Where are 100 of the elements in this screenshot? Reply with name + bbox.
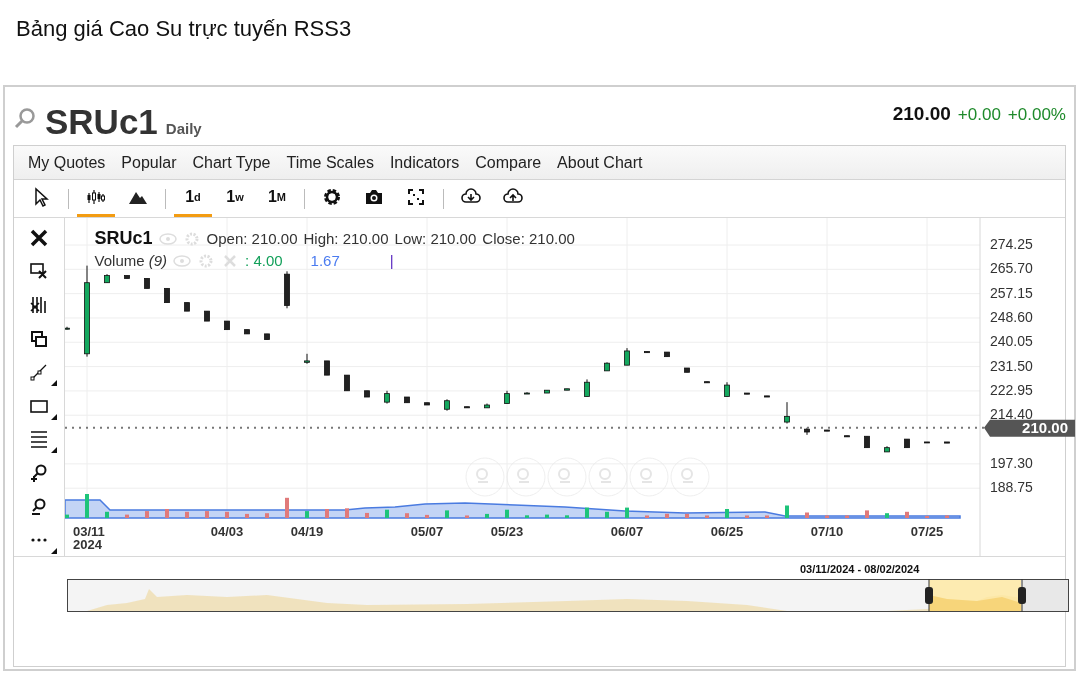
axis-label: 04/03 [210,524,243,539]
candle [683,367,690,373]
candle [863,435,870,449]
volume-bar [864,510,869,518]
volume-bar [944,515,949,518]
volume-bar [504,509,509,518]
candle [643,351,650,354]
candle [923,441,930,444]
volume-bar [424,514,429,518]
volume-bar [104,511,109,518]
submenu-icon [50,379,57,386]
volume-average: 1.67 [310,252,340,269]
candle [423,402,430,406]
volume-bar [344,508,349,518]
candle [463,406,470,409]
volume-bar [404,513,409,518]
close-icon [28,227,49,248]
volume-bar [804,512,809,518]
axis-label: 231.50 [989,357,1033,374]
submenu-icon [50,413,57,420]
axis-label: 06/25 [710,524,743,539]
candle [483,403,490,409]
volume-bar [924,515,929,518]
menu-item[interactable]: Popular [115,153,183,172]
fullscreen-icon [406,187,426,207]
volume-bar [184,511,189,518]
candle [383,390,390,405]
menu-item[interactable]: Chart Type [186,153,277,172]
volume-bar [164,509,169,518]
range-label: 03/11/2024 - 08/02/2024 [800,563,920,575]
candle [323,360,330,376]
volume-bar [484,513,489,518]
volume-bar [144,511,149,518]
candle [883,445,890,453]
candle [943,441,950,444]
axis-label: 07/10 [810,524,843,539]
menu-item[interactable]: My Quotes [22,153,112,172]
volume-bar [284,497,289,518]
menu-item[interactable]: About Chart [551,153,649,172]
menu-item[interactable]: Time Scales [280,153,380,172]
settings-icon [322,187,342,207]
volume-bar [544,514,549,518]
volume-bar [304,511,309,518]
menu-item[interactable]: Indicators [383,153,466,172]
candle [823,429,830,432]
axis-label: 265.70 [989,260,1033,277]
search-icon[interactable] [13,107,37,131]
high-value: High: 210.00 [303,230,389,247]
menu-item[interactable]: Compare [469,153,548,172]
candle [403,396,410,404]
axis-label: 03/11 [72,524,105,539]
open-value: Open: 210.00 [206,230,298,247]
page-title: Bảng giá Cao Su trực tuyến RSS3 [16,16,352,42]
candle [243,329,250,335]
candle [903,438,910,449]
candle [783,401,790,424]
volume-bar [584,507,589,518]
volume-bar [884,513,889,518]
interval-label: Daily [165,120,202,139]
axis-label: 2024 [72,537,102,552]
axis-label: 06/07 [610,524,643,539]
axis-label: 05/07 [410,524,443,539]
candle [203,310,210,322]
candlestick-icon [86,187,106,207]
volume-bar [704,515,709,518]
last-price: 210.00 [892,103,951,125]
candle [623,347,630,366]
volume-bar [364,512,369,518]
line-tool-icon [28,362,49,383]
more-icon [30,538,47,543]
candle [143,277,150,289]
candle [64,326,70,331]
close-value: Close: 210.00 [482,230,575,247]
volume-value: : 4.00 [245,252,283,269]
navigator-drawing[interactable] [67,579,1069,613]
volume-bar [244,513,249,518]
axis-label: 04/19 [290,524,323,539]
volume-bar [524,515,529,518]
volume-bar [264,513,269,518]
volume-bar [204,511,209,518]
candle [663,351,670,358]
candle [303,353,310,365]
volume-bar [844,515,849,518]
volume-bar [604,511,609,518]
candle [283,270,290,309]
candle [363,390,370,398]
candle [183,302,190,312]
volume-bar [224,511,229,518]
volume-bar [784,505,789,518]
percent-change: +0.00% [1007,105,1066,125]
volume-bar [724,509,729,518]
candle [763,395,770,398]
axis-label: 188.75 [989,479,1033,496]
axis-label: 07/25 [910,524,943,539]
volume-bar [824,515,829,518]
volume-bar [464,515,469,518]
axis-label: 222.95 [989,381,1033,398]
volume-marker: | [389,252,394,269]
axis-label: 05/23 [490,524,523,539]
candle [543,389,550,394]
